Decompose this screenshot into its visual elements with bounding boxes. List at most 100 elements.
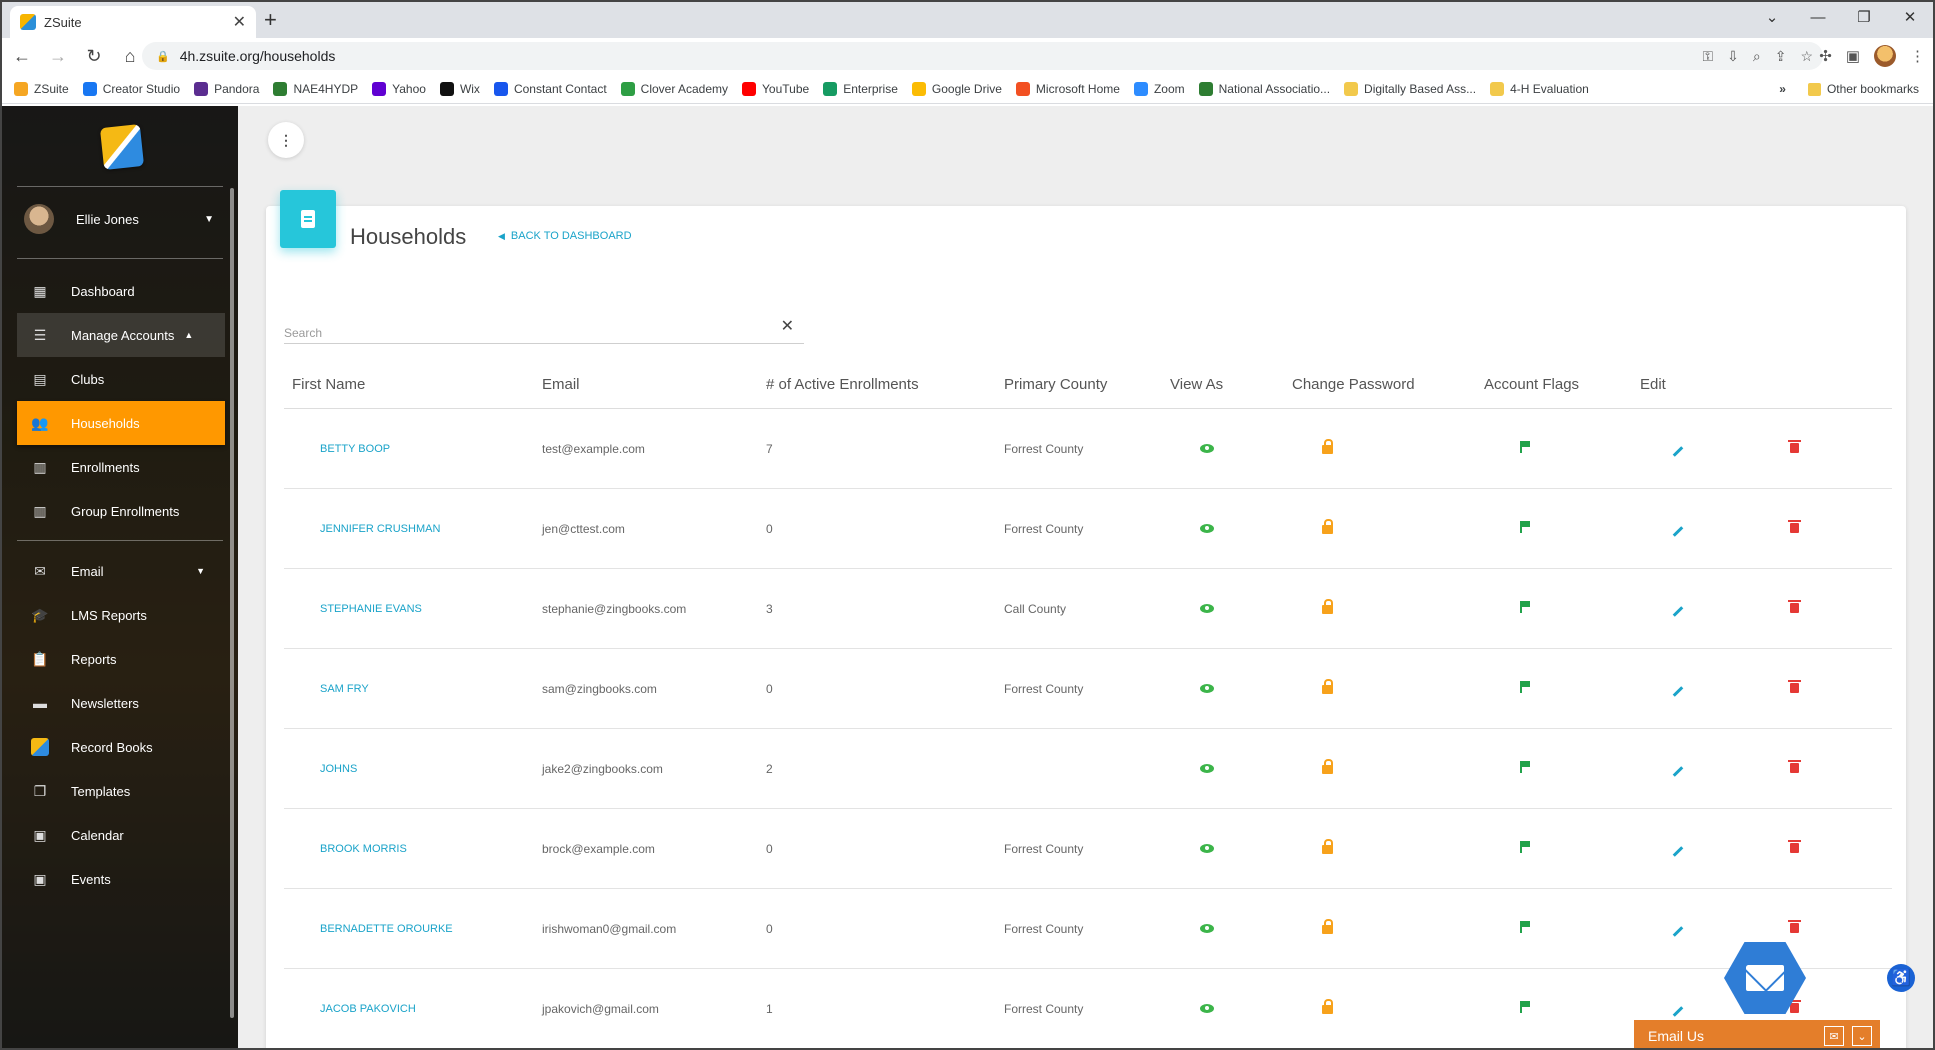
- delete-trash-icon[interactable]: [1788, 1000, 1801, 1013]
- bookmark-item[interactable]: National Associatio...: [1198, 81, 1330, 96]
- household-name-link[interactable]: STEPHANIE EVANS: [284, 603, 542, 615]
- sidebar-item-calendar[interactable]: ▣ Calendar: [17, 813, 225, 857]
- sidebar-item-newsletters[interactable]: ▬ Newsletters: [17, 681, 225, 725]
- bookmark-item[interactable]: Google Drive: [911, 81, 1002, 96]
- edit-pencil-icon[interactable]: [1672, 685, 1684, 697]
- change-password-lock-icon[interactable]: [1322, 838, 1333, 854]
- email-us-bar[interactable]: Email Us ✉ ⌄: [1634, 1020, 1880, 1048]
- delete-trash-icon[interactable]: [1788, 920, 1801, 933]
- sidebar-item-reports[interactable]: 📋 Reports: [17, 637, 225, 681]
- sidebar-item-households[interactable]: 👥 Households: [17, 401, 225, 445]
- sidebar-item-group-enrollments[interactable]: ▥ Group Enrollments: [17, 489, 225, 533]
- view-as-eye-icon[interactable]: [1200, 523, 1214, 533]
- account-flag-icon[interactable]: [1520, 681, 1530, 693]
- change-password-lock-icon[interactable]: [1322, 998, 1333, 1014]
- other-bookmarks-folder[interactable]: Other bookmarks: [1827, 82, 1919, 96]
- restore-icon[interactable]: ❐: [1841, 2, 1887, 34]
- edit-pencil-icon[interactable]: [1672, 845, 1684, 857]
- edit-pencil-icon[interactable]: [1672, 445, 1684, 457]
- search-input[interactable]: [284, 314, 764, 342]
- user-menu[interactable]: Ellie Jones ▼: [24, 204, 214, 234]
- delete-trash-icon[interactable]: [1788, 680, 1801, 693]
- zsuite-logo[interactable]: [99, 124, 145, 170]
- zoom-icon[interactable]: ⌕: [1753, 48, 1761, 65]
- bookmark-item[interactable]: Digitally Based Ass...: [1344, 81, 1476, 96]
- view-as-eye-icon[interactable]: [1200, 843, 1214, 853]
- edit-pencil-icon[interactable]: [1672, 605, 1684, 617]
- forward-icon[interactable]: →: [42, 46, 74, 67]
- bookmark-item[interactable]: ZSuite: [14, 81, 69, 96]
- column-header[interactable]: Primary County: [1004, 376, 1170, 393]
- accessibility-icon[interactable]: ♿: [1887, 964, 1915, 992]
- extensions-icon[interactable]: ✣: [1819, 47, 1832, 65]
- household-name-link[interactable]: SAM FRY: [284, 683, 542, 695]
- household-name-link[interactable]: BERNADETTE OROURKE: [284, 923, 542, 935]
- menu-dots-icon[interactable]: ⋮: [1910, 47, 1925, 65]
- household-name-link[interactable]: JENNIFER CRUSHMAN: [284, 523, 542, 535]
- edit-pencil-icon[interactable]: [1672, 765, 1684, 777]
- household-name-link[interactable]: BROOK MORRIS: [284, 843, 542, 855]
- account-flag-icon[interactable]: [1520, 601, 1530, 613]
- change-password-lock-icon[interactable]: [1322, 598, 1333, 614]
- install-icon[interactable]: ⇩: [1727, 48, 1739, 65]
- change-password-lock-icon[interactable]: [1322, 438, 1333, 454]
- back-icon[interactable]: ←: [6, 46, 38, 67]
- new-tab-button[interactable]: +: [264, 8, 277, 32]
- view-as-eye-icon[interactable]: [1200, 763, 1214, 773]
- column-header[interactable]: Email: [542, 376, 766, 393]
- delete-trash-icon[interactable]: [1788, 440, 1801, 453]
- minimize-icon[interactable]: —: [1795, 2, 1841, 34]
- view-as-eye-icon[interactable]: [1200, 923, 1214, 933]
- edit-pencil-icon[interactable]: [1672, 925, 1684, 937]
- household-name-link[interactable]: JACOB PAKOVICH: [284, 1003, 542, 1015]
- delete-trash-icon[interactable]: [1788, 600, 1801, 613]
- column-header[interactable]: # of Active Enrollments: [766, 376, 1004, 393]
- column-header[interactable]: First Name: [284, 376, 542, 393]
- delete-trash-icon[interactable]: [1788, 520, 1801, 533]
- bookmark-item[interactable]: Clover Academy: [620, 81, 728, 96]
- sidebar-item-dashboard[interactable]: ▦ Dashboard: [17, 269, 225, 313]
- bookmark-item[interactable]: NAE4HYDP: [273, 81, 358, 96]
- view-as-eye-icon[interactable]: [1200, 603, 1214, 613]
- bookmark-item[interactable]: Enterprise: [823, 81, 898, 96]
- bookmark-item[interactable]: Creator Studio: [82, 81, 180, 96]
- profile-avatar[interactable]: [1874, 45, 1896, 67]
- address-bar[interactable]: 🔒 4h.zsuite.org/households ⚿ ⇩ ⌕ ⇪ ☆: [142, 42, 1823, 70]
- sidebar-item-record-books[interactable]: Record Books: [17, 725, 225, 769]
- clear-search-icon[interactable]: ✕: [781, 316, 794, 336]
- tab-search-icon[interactable]: ⌄: [1749, 2, 1795, 34]
- view-as-eye-icon[interactable]: [1200, 443, 1214, 453]
- more-options-button[interactable]: ⋮: [268, 122, 304, 158]
- bookmark-star-icon[interactable]: ☆: [1800, 48, 1813, 65]
- change-password-lock-icon[interactable]: [1322, 758, 1333, 774]
- reload-icon[interactable]: ↻: [78, 46, 110, 67]
- change-password-lock-icon[interactable]: [1322, 678, 1333, 694]
- account-flag-icon[interactable]: [1520, 921, 1530, 933]
- sidebar-item-templates[interactable]: ❐ Templates: [17, 769, 225, 813]
- bookmark-item[interactable]: Wix: [439, 81, 480, 96]
- bookmark-item[interactable]: 4-H Evaluation: [1490, 81, 1589, 96]
- chevron-down-icon[interactable]: ⌄: [1852, 1026, 1872, 1046]
- key-icon[interactable]: ⚿: [1702, 48, 1713, 65]
- change-password-lock-icon[interactable]: [1322, 518, 1333, 534]
- sidebar-scrollbar[interactable]: [230, 188, 234, 1018]
- account-flag-icon[interactable]: [1520, 1001, 1530, 1013]
- tab-close-icon[interactable]: ✕: [233, 12, 246, 32]
- envelope-icon[interactable]: ✉: [1824, 1026, 1844, 1046]
- bookmark-item[interactable]: Yahoo: [372, 81, 426, 96]
- bookmark-item[interactable]: Zoom: [1133, 81, 1185, 96]
- sidebar-item-enrollments[interactable]: ▥ Enrollments: [17, 445, 225, 489]
- sidebar-item-manage-accounts[interactable]: ☰ Manage Accounts ▲: [17, 313, 225, 357]
- household-name-link[interactable]: BETTY BOOP: [284, 443, 542, 455]
- delete-trash-icon[interactable]: [1788, 760, 1801, 773]
- side-panel-icon[interactable]: ▣: [1846, 47, 1860, 65]
- view-as-eye-icon[interactable]: [1200, 683, 1214, 693]
- back-to-dashboard-link[interactable]: ◀ BACK TO DASHBOARD: [498, 230, 632, 242]
- more-bookmarks-button[interactable]: »: [1779, 82, 1786, 96]
- bookmark-item[interactable]: YouTube: [742, 81, 809, 96]
- change-password-lock-icon[interactable]: [1322, 918, 1333, 934]
- account-flag-icon[interactable]: [1520, 441, 1530, 453]
- sidebar-item-lms-reports[interactable]: 🎓 LMS Reports: [17, 593, 225, 637]
- account-flag-icon[interactable]: [1520, 761, 1530, 773]
- account-flag-icon[interactable]: [1520, 841, 1530, 853]
